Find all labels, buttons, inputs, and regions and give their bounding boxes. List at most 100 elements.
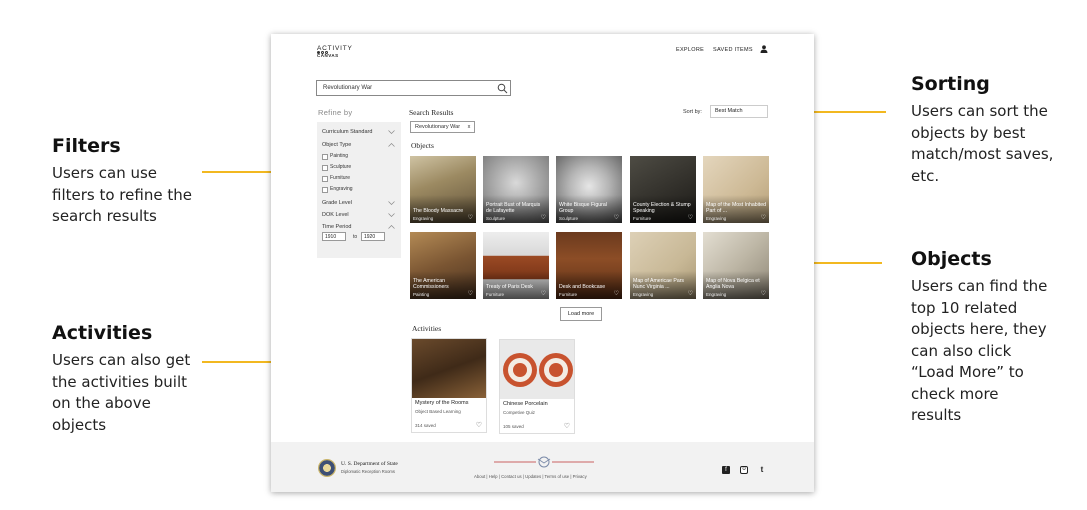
chevron-down-icon[interactable] <box>388 201 395 205</box>
footer-links[interactable]: About | Help | Contact us | Updates | Te… <box>474 474 587 479</box>
object-title: The American Commissioners <box>413 278 449 290</box>
checkbox-sculpture[interactable] <box>322 165 328 171</box>
brand-name[interactable]: ACTIVITY <box>317 45 353 52</box>
footer-dept-sub: Diplomatic Reception Rooms <box>341 469 395 474</box>
object-tile[interactable]: The Bloody Massacre Engraving ♡ <box>410 156 476 223</box>
heart-icon[interactable]: ♡ <box>688 214 693 221</box>
object-tile[interactable]: Map of Nova Belgica et Anglia Nova Engra… <box>703 232 769 299</box>
object-title: Treaty of Paris Desk <box>486 283 533 290</box>
checkbox-label: Engraving <box>330 186 353 192</box>
twitter-icon[interactable]: t <box>758 466 766 474</box>
object-tile[interactable]: Treaty of Paris Desk Furniture ♡ <box>483 232 549 299</box>
object-tile[interactable]: Map of the Most Inhabited Part of ... En… <box>703 156 769 223</box>
object-tile[interactable]: Desk and Bookcase Furniture ♡ <box>556 232 622 299</box>
object-title: County Election & Stump Speaking <box>633 202 691 214</box>
facebook-icon[interactable]: f <box>722 466 730 474</box>
chevron-down-icon[interactable] <box>388 213 395 217</box>
filter-tag[interactable]: Revolutionary War x <box>410 121 476 133</box>
activities-annotation-line: Users can also get <box>52 351 191 369</box>
heart-icon[interactable]: ♡ <box>541 290 546 297</box>
heart-icon[interactable]: ♡ <box>761 290 766 297</box>
activity-title: Mystery of the Rooms <box>415 400 469 406</box>
activity-card[interactable]: Chinese Porcelain Competive Quiz 105 sav… <box>499 339 575 434</box>
heart-icon[interactable]: ♡ <box>761 214 766 221</box>
object-tile[interactable]: Map of Americae Pars Nunc Virginia ... E… <box>630 232 696 299</box>
filter-grade-level[interactable]: Grade Level <box>322 200 352 206</box>
brand-subname: CANVAS <box>317 53 339 58</box>
chevron-up-icon[interactable] <box>388 143 395 147</box>
object-type: Engraving <box>413 216 434 221</box>
objects-annotation-line: can also click <box>911 341 1012 360</box>
heart-icon[interactable]: ♡ <box>476 421 482 429</box>
filter-curriculum[interactable]: Curriculum Standard <box>322 129 372 135</box>
heart-icon[interactable]: ♡ <box>614 214 619 221</box>
object-tile[interactable]: White Bisque Figural Group Sculpture ♡ <box>556 156 622 223</box>
user-icon[interactable] <box>760 45 768 53</box>
filters-annotation-title: Filters <box>52 135 121 157</box>
checkbox-furniture[interactable] <box>322 176 328 182</box>
filters-annotation-line: search results <box>52 207 157 225</box>
object-type: Engraving <box>706 216 727 221</box>
load-more-button[interactable]: Load more <box>560 307 602 321</box>
instagram-icon[interactable]: o <box>740 466 748 474</box>
activity-image <box>412 339 486 398</box>
heart-icon[interactable]: ♡ <box>688 290 693 297</box>
object-type: Engraving <box>633 292 654 297</box>
year-to-input[interactable]: 1920 <box>361 232 385 241</box>
object-title: Desk and Bookcase <box>559 283 606 290</box>
sorting-annotation-line: match/most saves, <box>911 145 1054 163</box>
checkbox-painting[interactable] <box>322 154 328 160</box>
checkbox-engraving[interactable] <box>322 187 328 193</box>
filters-annotation: Filters Users can use filters to refine … <box>52 135 192 228</box>
object-tile[interactable]: County Election & Stump Speaking Furnitu… <box>630 156 696 223</box>
sort-select[interactable]: Best Match <box>710 105 768 118</box>
chevron-down-icon[interactable] <box>388 130 395 134</box>
year-from-input[interactable]: 1910 <box>322 232 346 241</box>
activities-annotation: Activities Users can also get the activi… <box>52 322 190 436</box>
sort-by-label: Sort by: <box>683 109 702 115</box>
object-tile[interactable]: The American Commissioners Painting ♡ <box>410 232 476 299</box>
filter-tag-label: Revolutionary War <box>415 124 461 130</box>
object-title: Map of Americae Pars Nunc Virginia ... <box>633 278 685 290</box>
sorting-annotation-line: etc. <box>911 166 940 185</box>
object-tile[interactable]: Portrait Bust of Marquis de Lafayette Sc… <box>483 156 549 223</box>
chevron-up-icon[interactable] <box>388 225 395 229</box>
sorting-annotation-title: Sorting <box>911 73 990 95</box>
heart-icon[interactable]: ♡ <box>614 290 619 297</box>
nav-explore[interactable]: EXPLORE <box>676 47 704 53</box>
nav-saved-items[interactable]: SAVED ITEMS <box>713 47 753 53</box>
activity-card[interactable]: Mystery of the Rooms Object Based Learni… <box>411 338 487 433</box>
heart-icon[interactable]: ♡ <box>564 422 570 430</box>
objects-annotation-line: Users can find the <box>911 277 1048 295</box>
refine-by-label: Refine by <box>318 108 353 117</box>
activity-saved-count: 314 saved <box>415 423 436 428</box>
footer: U. S. Department of State Diplomatic Rec… <box>271 442 814 492</box>
activities-annotation-line: on the above <box>52 394 151 412</box>
objects-annotation-line: check more <box>911 384 999 403</box>
heart-icon[interactable]: ♡ <box>468 290 473 297</box>
eagle-icon <box>494 456 594 468</box>
heart-icon[interactable]: ♡ <box>541 214 546 221</box>
search-icon[interactable] <box>497 83 508 94</box>
filter-time-period[interactable]: Time Period <box>322 224 351 230</box>
activities-annotation-line: the activities built <box>52 372 188 391</box>
heart-icon[interactable]: ♡ <box>468 214 473 221</box>
activity-title: Chinese Porcelain <box>503 401 548 407</box>
search-query: Revolutionary War <box>323 85 373 91</box>
filter-dok-level[interactable]: DOK Level <box>322 212 349 218</box>
object-title: Map of Nova Belgica et Anglia Nova <box>706 278 760 290</box>
object-title: Portrait Bust of Marquis de Lafayette <box>486 202 541 214</box>
activities-heading: Activities <box>412 324 442 333</box>
sorting-annotation: Sorting Users can sort the objects by be… <box>911 73 1053 187</box>
checkbox-label: Painting <box>330 153 349 159</box>
object-type: Sculpture <box>486 216 506 221</box>
footer-dept[interactable]: U. S. Department of State <box>341 461 398 467</box>
filter-object-type[interactable]: Object Type <box>322 142 351 148</box>
activities-annotation-line: objects <box>52 415 107 434</box>
filters-annotation-line: filters to refine the <box>52 185 192 204</box>
close-icon[interactable]: x <box>468 124 471 130</box>
search-input[interactable]: Revolutionary War <box>316 80 511 96</box>
year-to-label: to <box>353 234 358 240</box>
filters-annotation-line: Users can use <box>52 164 158 182</box>
object-title: The Bloody Massacre <box>413 207 464 214</box>
